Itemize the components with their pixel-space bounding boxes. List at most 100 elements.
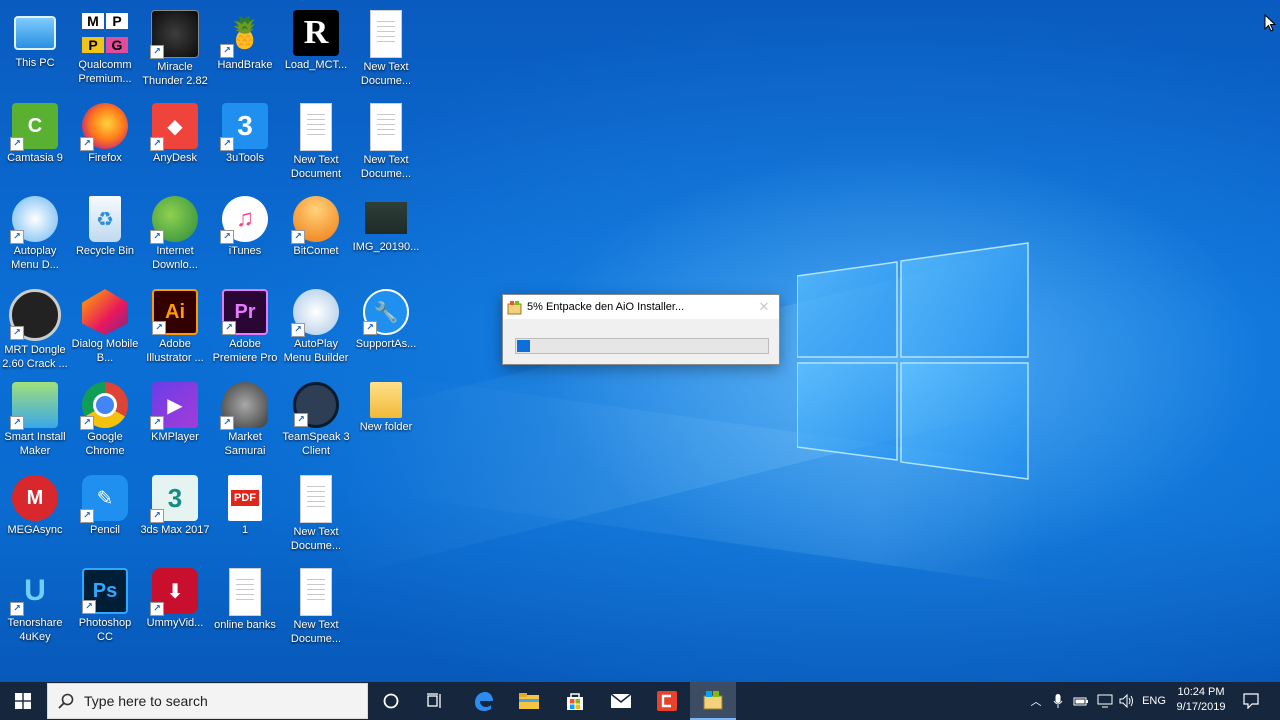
desktop-icon-kmplayer[interactable]: ▶ ↗ KMPlayer bbox=[140, 378, 210, 466]
desktop-icon-google-chrome[interactable]: ↗ Google Chrome bbox=[70, 378, 140, 466]
autoplay-builder-icon: ↗ bbox=[291, 289, 339, 337]
power-tray[interactable] bbox=[1070, 682, 1092, 720]
desktop-icon-label: Smart Install Maker bbox=[4, 431, 66, 457]
desktop-icon-label: HandBrake bbox=[217, 59, 273, 71]
desktop-icon-label: SupportAs... bbox=[355, 338, 417, 350]
desktop-icon-label: Internet Downlo... bbox=[152, 245, 198, 271]
bitcomet-icon: ↗ bbox=[291, 196, 339, 244]
taskbar-camtasia[interactable] bbox=[644, 682, 690, 720]
cortana-button[interactable] bbox=[370, 682, 412, 720]
desktop-icon-label: Photoshop CC bbox=[78, 617, 132, 643]
speaker-icon bbox=[1119, 694, 1133, 708]
clock-date: 9/17/2019 bbox=[1176, 701, 1226, 713]
desktop-icon-new-text-document-2[interactable]: New Text Docume... bbox=[351, 99, 421, 187]
desktop-icon-supportassist[interactable]: 🔧 ↗ SupportAs... bbox=[351, 285, 421, 373]
desktop-icon-itunes[interactable]: ♫ ↗ iTunes bbox=[210, 192, 280, 280]
desktop-icon-mrt-dongle[interactable]: ↗ MRT Dongle 2.60 Crack ... bbox=[0, 285, 70, 373]
desktop-icon-ummyvideo[interactable]: ⬇ ↗ UmmyVid... bbox=[140, 564, 210, 652]
desktop-icon-camtasia[interactable]: C ↗ Camtasia 9 bbox=[0, 99, 70, 187]
show-hidden-icons-button[interactable]: ︿ bbox=[1026, 682, 1046, 720]
desktop-icon-qualcomm[interactable]: M P P G Qualcomm Premium... bbox=[70, 6, 140, 94]
desktop-icon-pdf-1[interactable]: PDF 1 bbox=[210, 471, 280, 559]
language-indicator[interactable]: ENG bbox=[1140, 682, 1168, 720]
desktop-icon-autoplay-menu-builder[interactable]: ↗ AutoPlay Menu Builder bbox=[281, 285, 351, 373]
desktop-icon-label: TeamSpeak 3 Client bbox=[282, 431, 350, 457]
close-icon[interactable]: ✕ bbox=[749, 299, 779, 315]
dialog-title-bar[interactable]: 5% Entpacke den AiO Installer... ✕ bbox=[503, 295, 779, 319]
dialog-mobile-icon bbox=[82, 289, 128, 335]
desktop-icon-internet-download[interactable]: ↗ Internet Downlo... bbox=[140, 192, 210, 280]
desktop-icon-img-2019[interactable]: IMG_20190... bbox=[351, 192, 421, 280]
desktop-icon-handbrake[interactable]: 🍍 ↗ HandBrake bbox=[210, 6, 280, 94]
desktop-icon-label: MEGAsync bbox=[7, 524, 63, 536]
smart-install-icon: ↗ bbox=[10, 382, 58, 430]
search-icon bbox=[58, 693, 74, 709]
network-tray[interactable] bbox=[1094, 682, 1116, 720]
desktop-icon-label: New folder bbox=[359, 421, 413, 433]
desktop-icon-adobe-premiere[interactable]: Pr ↗ Adobe Premiere Pro bbox=[210, 285, 280, 373]
desktop-icon-tenorshare[interactable]: U ↗ Tenorshare 4uKey bbox=[0, 564, 70, 652]
text-document-icon bbox=[300, 568, 332, 616]
desktop-icon-adobe-illustrator[interactable]: Ai ↗ Adobe Illustrator ... bbox=[140, 285, 210, 373]
mouse-cursor-icon bbox=[1264, 14, 1276, 32]
taskbar-file-explorer[interactable] bbox=[506, 682, 552, 720]
desktop-icon-label: 3ds Max 2017 bbox=[140, 524, 210, 536]
desktop-icon-this-pc[interactable]: This PC bbox=[0, 6, 70, 94]
taskbar-mail[interactable] bbox=[598, 682, 644, 720]
desktop-icon-new-text-document-4[interactable]: New Text Docume... bbox=[281, 564, 351, 652]
desktop-icon-label: New Text Docume... bbox=[290, 526, 342, 552]
action-center-button[interactable] bbox=[1236, 682, 1266, 720]
desktop-icon-photoshop[interactable]: Ps ↗ Photoshop CC bbox=[70, 564, 140, 652]
volume-tray[interactable] bbox=[1116, 682, 1138, 720]
desktop-icon-dialog-mobile[interactable]: Dialog Mobile B... bbox=[70, 285, 140, 373]
image-thumbnail-icon bbox=[365, 202, 407, 234]
desktop-icon-pencil[interactable]: ✎ ↗ Pencil bbox=[70, 471, 140, 559]
autoplay-icon: ↗ bbox=[10, 196, 58, 244]
text-document-icon bbox=[229, 568, 261, 616]
desktop-icon-smart-install-maker[interactable]: ↗ Smart Install Maker bbox=[0, 378, 70, 466]
desktop-icon-label: Adobe Illustrator ... bbox=[146, 338, 204, 364]
desktop-icon-firefox[interactable]: ↗ Firefox bbox=[70, 99, 140, 187]
desktop-icon-label: 3uTools bbox=[226, 152, 264, 164]
desktop-icon-miracle-thunder[interactable]: ↗ Miracle Thunder 2.82 bbox=[140, 6, 210, 94]
3utools-icon: 3 ↗ bbox=[220, 103, 268, 151]
desktop-icon-bitcomet[interactable]: ↗ BitComet bbox=[281, 192, 351, 280]
mail-icon bbox=[610, 693, 632, 708]
desktop-icon-label: UmmyVid... bbox=[146, 617, 204, 629]
camtasia-icon: C ↗ bbox=[10, 103, 58, 151]
desktop-icon-load-mct[interactable]: R Load_MCT... bbox=[281, 6, 351, 94]
pdf-icon: PDF bbox=[228, 475, 262, 521]
desktop-icon-label: Market Samurai bbox=[224, 431, 266, 457]
desktop-icon-autoplay-menu[interactable]: ↗ Autoplay Menu D... bbox=[0, 192, 70, 280]
desktop-icon-label: Load_MCT... bbox=[284, 59, 348, 71]
desktop-icon-new-folder[interactable]: New folder bbox=[351, 378, 421, 466]
desktop-icon-new-text-document[interactable]: New Text Document bbox=[281, 99, 351, 187]
kmplayer-icon: ▶ ↗ bbox=[150, 382, 198, 430]
taskbar-clock[interactable]: 10:24 PM 9/17/2019 bbox=[1168, 685, 1234, 715]
desktop-icon-new-text-document-1[interactable]: New Text Docume... bbox=[351, 6, 421, 94]
desktop-icon-label: Tenorshare 4uKey bbox=[7, 617, 63, 643]
desktop-icon-3utools[interactable]: 3 ↗ 3uTools bbox=[210, 99, 280, 187]
desktop-icon-label: Firefox bbox=[88, 152, 122, 164]
taskbar-edge[interactable] bbox=[460, 682, 506, 720]
taskbar-store[interactable] bbox=[552, 682, 598, 720]
taskbar-search-box[interactable]: Type here to search bbox=[47, 683, 368, 719]
taskbar: Type here to search ︿ ENG 10:24 PM 9/17/… bbox=[0, 682, 1280, 720]
desktop-icon-online-banks[interactable]: online banks bbox=[210, 564, 280, 652]
task-view-button[interactable] bbox=[414, 682, 456, 720]
start-button[interactable] bbox=[0, 682, 46, 720]
taskbar-installer-active[interactable] bbox=[690, 682, 736, 720]
desktop-icon-teamspeak[interactable]: ↗ TeamSpeak 3 Client bbox=[281, 378, 351, 466]
desktop-icon-new-text-document-3[interactable]: New Text Docume... bbox=[281, 471, 351, 559]
language-label: ENG bbox=[1142, 695, 1166, 707]
desktop-icon-3ds-max[interactable]: 3 ↗ 3ds Max 2017 bbox=[140, 471, 210, 559]
desktop-icon-label: Autoplay Menu D... bbox=[11, 245, 59, 271]
desktop-icon-anydesk[interactable]: ◆ ↗ AnyDesk bbox=[140, 99, 210, 187]
desktop-icon-megasync[interactable]: M MEGAsync bbox=[0, 471, 70, 559]
desktop-icon-recycle-bin[interactable]: ♻ Recycle Bin bbox=[70, 192, 140, 280]
microphone-tray[interactable] bbox=[1048, 682, 1068, 720]
desktop-icon-market-samurai[interactable]: ↗ Market Samurai bbox=[210, 378, 280, 466]
computer-icon bbox=[14, 16, 56, 50]
desktop-icon-label: online banks bbox=[214, 619, 276, 631]
illustrator-icon: Ai ↗ bbox=[152, 289, 198, 335]
